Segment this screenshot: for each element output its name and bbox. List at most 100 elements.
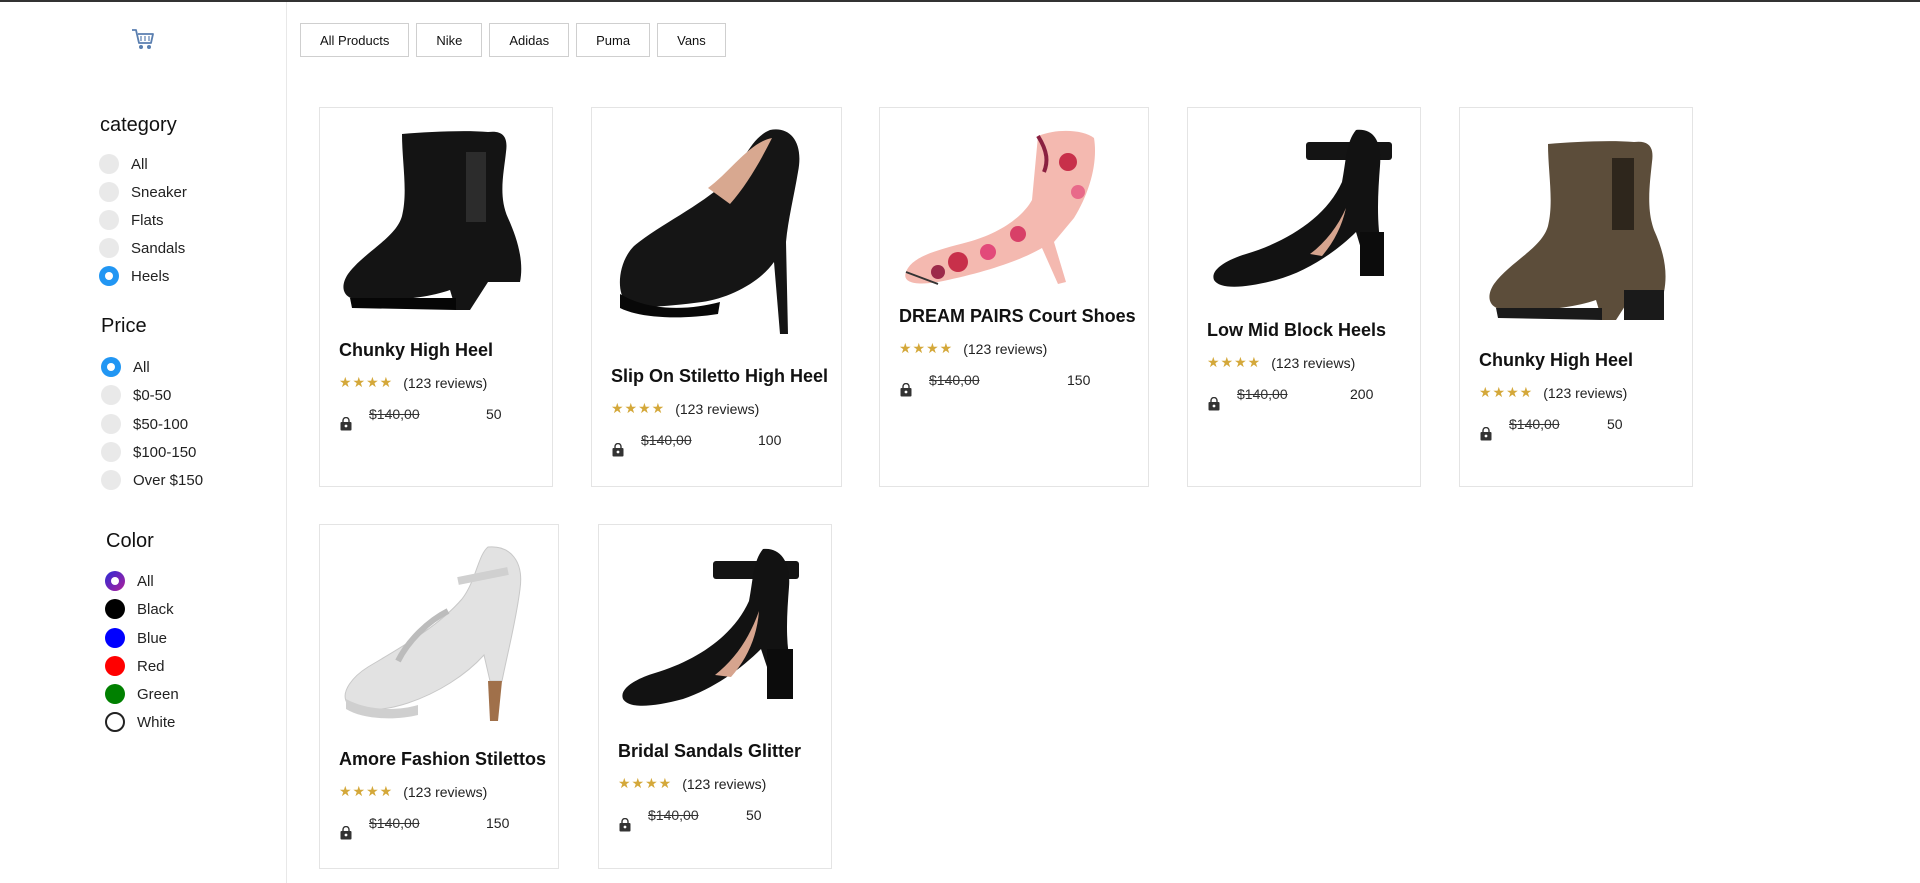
option-label: Red — [137, 657, 165, 675]
original-price: $140,00 — [1509, 416, 1560, 432]
review-count: (123 reviews) — [1543, 384, 1628, 401]
product-image-silver-glitter-heel[interactable] — [338, 541, 542, 725]
option-label: Blue — [137, 629, 168, 647]
product-price: $140,00 100 — [611, 432, 811, 457]
product-title[interactable]: Bridal Sandals Glitter — [618, 741, 801, 762]
color-swatch-black[interactable] — [105, 599, 125, 619]
review-count: (123 reviews) — [403, 783, 488, 800]
color-option-all[interactable]: All — [105, 571, 154, 591]
category-option-sneaker[interactable]: Sneaker — [99, 182, 187, 202]
price-option-all[interactable]: All — [101, 357, 150, 377]
radio-button-checked[interactable] — [99, 266, 119, 286]
shopping-bag-icon[interactable] — [618, 818, 632, 832]
color-option-black[interactable]: Black — [105, 599, 174, 619]
product-image-black-ankle-boot[interactable] — [338, 122, 534, 322]
color-swatch-white[interactable] — [105, 712, 125, 732]
product-image-brown-ankle-boot[interactable] — [1478, 122, 1674, 332]
price-option-over-150[interactable]: Over $150 — [101, 470, 203, 490]
product-card[interactable]: Low Mid Block Heels ★★★★ (123 reviews) $… — [1187, 107, 1421, 487]
color-option-white[interactable]: White — [105, 712, 175, 732]
radio-button[interactable] — [99, 154, 119, 174]
radio-button[interactable] — [101, 414, 121, 434]
star-rating-icons: ★★★★ — [1207, 354, 1262, 370]
product-image-black-block-heel[interactable] — [1206, 122, 1402, 300]
category-option-flats[interactable]: Flats — [99, 210, 164, 230]
radio-button[interactable] — [101, 385, 121, 405]
original-price: $140,00 — [369, 406, 420, 422]
brand-button-adidas[interactable]: Adidas — [489, 23, 570, 57]
brand-button-vans[interactable]: Vans — [657, 23, 726, 57]
option-label: Over $150 — [133, 471, 204, 489]
option-label: Black — [137, 600, 174, 618]
radio-button[interactable] — [101, 470, 121, 490]
shopping-bag-icon[interactable] — [611, 443, 625, 457]
product-title[interactable]: DREAM PAIRS Court Shoes — [899, 306, 1136, 327]
product-image-floral-court-shoe[interactable] — [898, 122, 1130, 292]
product-card[interactable]: Amore Fashion Stilettos ★★★★ (123 review… — [319, 524, 559, 869]
radio-button[interactable] — [99, 238, 119, 258]
product-image-black-stiletto-pump[interactable] — [610, 122, 824, 348]
option-label: $50-100 — [133, 415, 189, 433]
product-card[interactable]: Bridal Sandals Glitter ★★★★ (123 reviews… — [598, 524, 832, 869]
product-rating: ★★★★ (123 reviews) — [1207, 354, 1355, 371]
original-price: $140,00 — [648, 807, 699, 823]
product-card[interactable]: Chunky High Heel ★★★★ (123 reviews) $140… — [1459, 107, 1693, 487]
radio-button[interactable] — [101, 442, 121, 462]
product-title[interactable]: Slip On Stiletto High Heel — [611, 366, 828, 387]
shopping-bag-icon[interactable] — [339, 417, 353, 431]
product-rating: ★★★★ (123 reviews) — [339, 783, 487, 800]
review-count: (123 reviews) — [403, 374, 488, 391]
color-swatch-red[interactable] — [105, 656, 125, 676]
star-rating-icons: ★★★★ — [1479, 384, 1534, 400]
star-rating-icons: ★★★★ — [899, 340, 954, 356]
category-option-heels[interactable]: Heels — [99, 266, 169, 286]
original-price: $140,00 — [641, 432, 692, 448]
price-option-0-50[interactable]: $0-50 — [101, 385, 171, 405]
color-option-green[interactable]: Green — [105, 684, 179, 704]
product-title[interactable]: Chunky High Heel — [1479, 350, 1633, 371]
shopping-bag-icon[interactable] — [339, 826, 353, 840]
brand-button-puma[interactable]: Puma — [576, 23, 651, 57]
price-filter-title: Price — [101, 315, 147, 337]
sale-price: 50 — [746, 807, 762, 823]
option-label: Flats — [131, 211, 164, 229]
color-option-blue[interactable]: Blue — [105, 628, 167, 648]
product-rating: ★★★★ (123 reviews) — [618, 775, 766, 792]
product-title[interactable]: Amore Fashion Stilettos — [339, 749, 546, 770]
brand-button-all-products[interactable]: All Products — [300, 23, 410, 57]
shopping-bag-icon[interactable] — [1479, 427, 1493, 441]
filter-sidebar: category All Sneaker Flats Sandals Heels… — [0, 2, 287, 883]
sale-price: 200 — [1350, 386, 1374, 402]
shopping-cart-icon[interactable] — [130, 26, 156, 52]
color-swatch-all[interactable] — [105, 571, 125, 591]
review-count: (123 reviews) — [1271, 354, 1356, 371]
sale-price: 100 — [758, 432, 782, 448]
brand-button-nike[interactable]: Nike — [416, 23, 483, 57]
shopping-bag-icon[interactable] — [899, 383, 913, 397]
price-option-100-150[interactable]: $100-150 — [101, 442, 196, 462]
color-swatch-green[interactable] — [105, 684, 125, 704]
product-title[interactable]: Chunky High Heel — [339, 340, 493, 361]
color-swatch-blue[interactable] — [105, 628, 125, 648]
price-option-50-100[interactable]: $50-100 — [101, 414, 188, 434]
product-card[interactable]: Slip On Stiletto High Heel ★★★★ (123 rev… — [591, 107, 842, 487]
product-image-black-ankle-strap-heel[interactable] — [617, 541, 813, 725]
shopping-bag-icon[interactable] — [1207, 397, 1221, 411]
sale-price: 50 — [486, 406, 502, 422]
original-price: $140,00 — [369, 815, 420, 831]
category-option-sandals[interactable]: Sandals — [99, 238, 185, 258]
product-card[interactable]: DREAM PAIRS Court Shoes ★★★★ (123 review… — [879, 107, 1149, 487]
product-price: $140,00 200 — [1207, 386, 1407, 411]
star-rating-icons: ★★★★ — [618, 775, 673, 791]
radio-button[interactable] — [99, 210, 119, 230]
sale-price: 150 — [1067, 372, 1091, 388]
product-card[interactable]: Chunky High Heel ★★★★ (123 reviews) $140… — [319, 107, 553, 487]
sale-price: 50 — [1607, 416, 1623, 432]
option-label: $0-50 — [133, 386, 172, 404]
category-option-all[interactable]: All — [99, 154, 148, 174]
color-option-red[interactable]: Red — [105, 656, 165, 676]
product-title[interactable]: Low Mid Block Heels — [1207, 320, 1386, 341]
color-filter-title: Color — [106, 530, 154, 552]
radio-button-checked[interactable] — [101, 357, 121, 377]
radio-button[interactable] — [99, 182, 119, 202]
